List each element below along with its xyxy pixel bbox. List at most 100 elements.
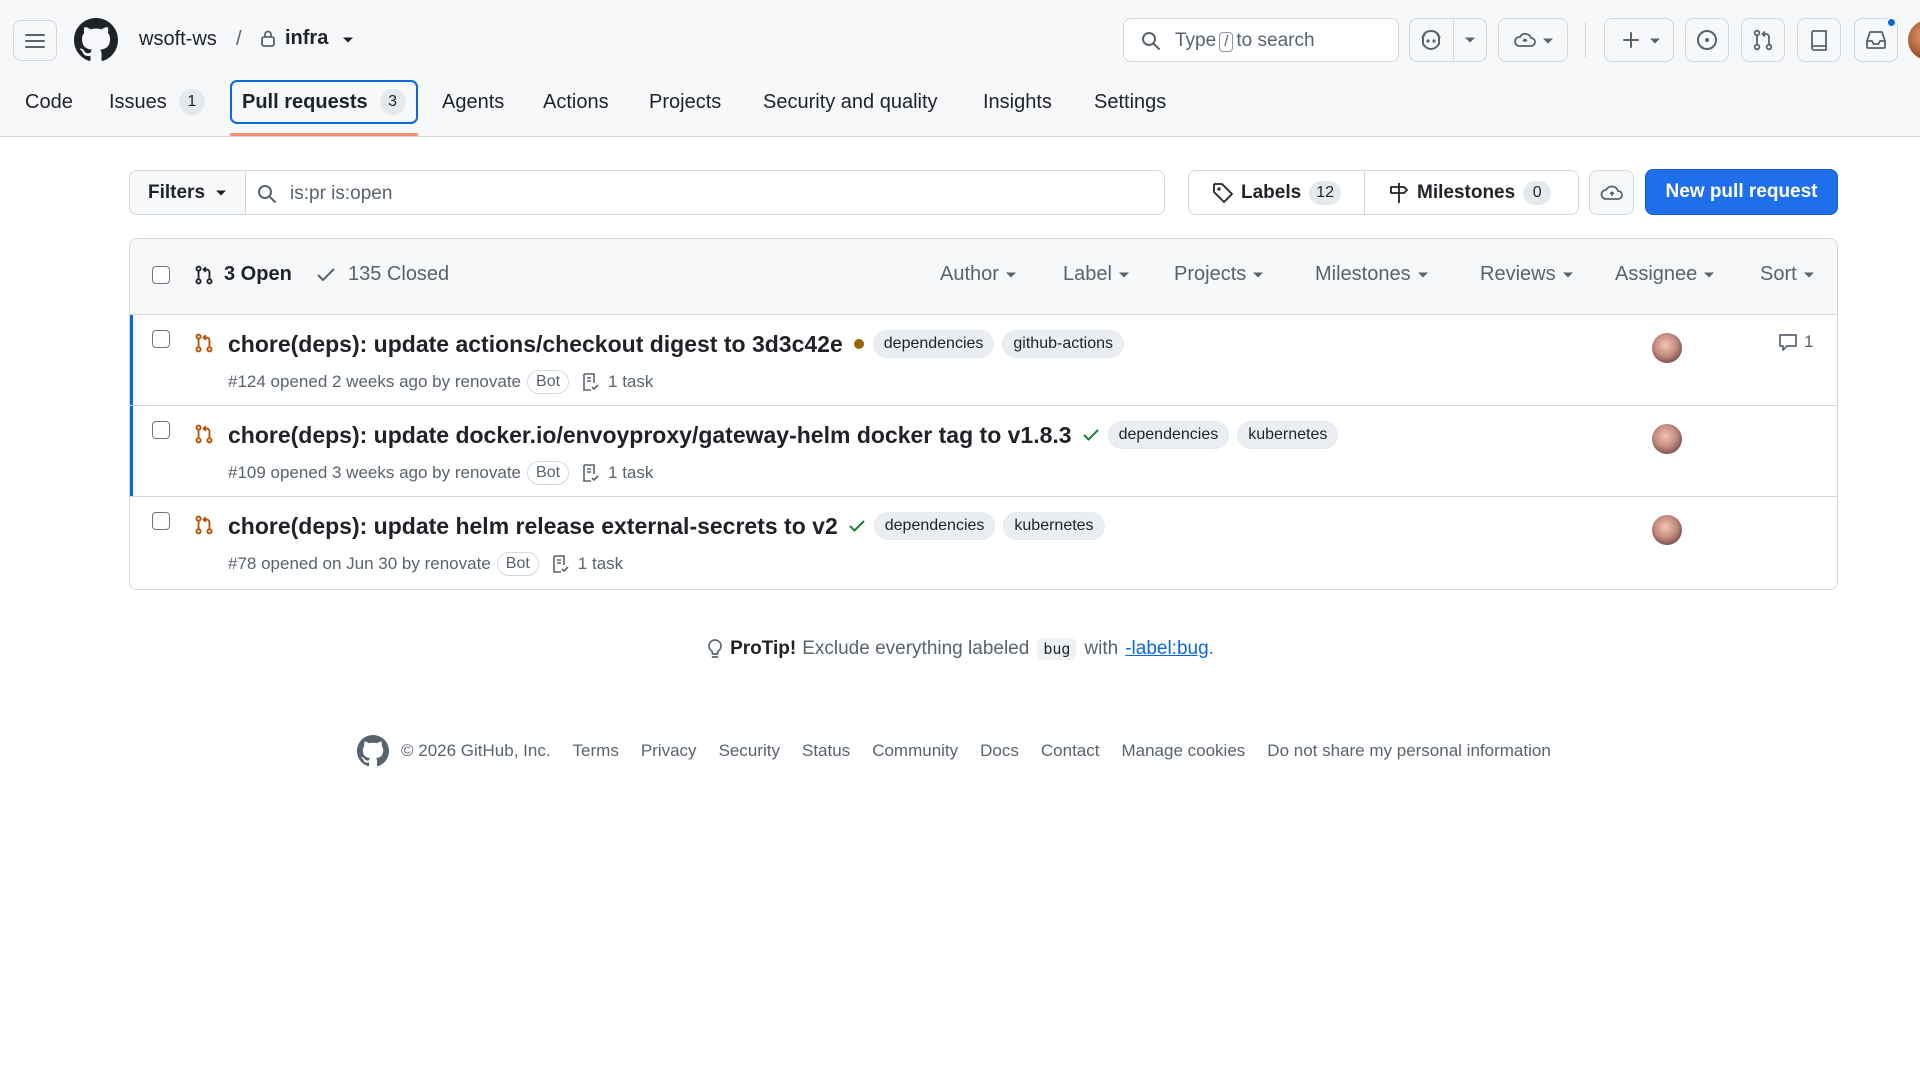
checklist-icon [552,555,569,573]
open-pull-request-icon [194,332,214,354]
footer-link-docs[interactable]: Docs [980,741,1019,761]
label-kubernetes[interactable]: kubernetes [1003,512,1105,540]
row-checkbox[interactable] [152,330,170,348]
comments-link[interactable]: 1 [1778,332,1813,352]
check-success-icon[interactable] [1082,428,1100,442]
milestones-button[interactable]: Milestones 0 [1365,171,1574,214]
github-logo-icon[interactable] [74,18,118,62]
pull-requests-count-badge: 3 [379,89,406,115]
task-progress[interactable]: 1 task [581,463,653,483]
assignee-avatar[interactable] [1652,515,1682,545]
new-pull-request-button[interactable]: New pull request [1645,169,1838,215]
pull-requests-shortcut-button[interactable] [1741,18,1785,62]
repo-dropdown-icon[interactable] [342,36,354,44]
label-github-actions[interactable]: github-actions [1002,330,1125,358]
cloud-icon [1514,32,1553,47]
footer-link-contact[interactable]: Contact [1041,741,1100,761]
check-success-icon[interactable] [848,519,866,533]
closed-prs-filter[interactable]: 135 Closed [316,263,449,286]
select-all-checkbox[interactable] [152,266,170,284]
pr-search-input[interactable]: is:pr is:open [245,170,1165,215]
tab-agents[interactable]: Agents [442,80,504,124]
global-search-input[interactable]: Type / to search [1123,18,1399,62]
filters-button[interactable]: Filters [129,170,246,215]
copilot-button-group [1409,18,1487,62]
chevron-down-icon [1803,272,1814,277]
label-dependencies[interactable]: dependencies [872,330,995,358]
reviews-filter[interactable]: Reviews [1480,263,1574,286]
github-logo-icon[interactable] [357,735,389,767]
copilot-button[interactable] [1410,19,1453,61]
checklist-icon [583,373,599,391]
row-checkbox[interactable] [152,512,170,530]
footer-link-privacy[interactable]: Privacy [641,741,697,761]
lock-icon [260,29,276,47]
footer-link-community[interactable]: Community [872,741,958,761]
footer-link-status[interactable]: Status [802,741,850,761]
pull-request-row: chore(deps): update helm release externa… [130,497,1837,588]
search-icon [1141,31,1161,51]
repositories-shortcut-button[interactable] [1797,18,1841,62]
footer-link-do-not-share[interactable]: Do not share my personal information [1267,741,1550,761]
assignee-filter[interactable]: Assignee [1615,263,1715,286]
cloud-icon [1600,185,1623,200]
projects-filter[interactable]: Projects [1174,263,1264,286]
user-avatar[interactable] [1908,20,1920,60]
unread-notification-dot [1886,17,1897,28]
hamburger-icon [25,33,45,48]
issues-shortcut-button[interactable] [1685,18,1729,62]
author-filter[interactable]: Author [940,263,1017,286]
label-kubernetes[interactable]: kubernetes [1237,421,1339,449]
footer-link-security[interactable]: Security [719,741,780,761]
row-checkbox[interactable] [152,421,170,439]
pull-request-title-link[interactable]: chore(deps): update helm release externa… [228,513,838,540]
checklist-icon [583,464,599,482]
repo-owner-link[interactable]: wsoft-ws [139,28,217,51]
pull-request-title-link[interactable]: chore(deps): update actions/checkout dig… [228,331,843,358]
chevron-down-icon [1253,272,1264,277]
tab-code[interactable]: Code [25,80,73,124]
label-dependencies[interactable]: dependencies [1107,421,1230,449]
tab-projects[interactable]: Projects [649,80,721,124]
repo-name-link[interactable]: infra [285,27,328,50]
chevron-down-icon [1417,272,1428,277]
label-filter[interactable]: Label [1063,263,1130,286]
label-dependencies[interactable]: dependencies [873,512,996,540]
tab-security-and-quality[interactable]: Security and quality [763,80,938,124]
assignee-avatar[interactable] [1652,424,1682,454]
milestones-filter[interactable]: Milestones [1315,263,1429,286]
filters-label: Filters [148,181,206,203]
copilot-menu-button[interactable] [1454,19,1486,61]
protip-text-2: with [1084,638,1119,659]
tab-actions[interactable]: Actions [543,80,609,124]
app-header: wsoft-ws / infra Type / to search Code I… [0,0,1920,137]
sort-dropdown[interactable]: Sort [1760,263,1815,286]
labels-count-badge: 12 [1309,180,1341,205]
create-new-button[interactable] [1604,18,1674,62]
pending-status-icon[interactable] [853,338,865,350]
codespaces-button[interactable] [1498,18,1568,62]
list-header: 3 Open 135 Closed Author Label Projects … [130,239,1837,315]
check-icon [317,267,335,281]
task-progress[interactable]: 1 task [551,554,623,574]
assignee-avatar[interactable] [1652,333,1682,363]
tab-settings[interactable]: Settings [1094,80,1166,124]
menu-button[interactable] [13,20,57,61]
labels-button[interactable]: Labels 12 [1189,171,1364,214]
selected-tab-underline [230,133,418,136]
repo-icon [1811,30,1827,51]
open-prs-filter[interactable]: 3 Open [194,263,292,286]
chevron-down-icon [1118,272,1129,277]
footer-link-terms[interactable]: Terms [573,741,619,761]
chevron-down-icon [1562,272,1573,277]
task-progress[interactable]: 1 task [581,372,653,392]
footer-link-manage-cookies[interactable]: Manage cookies [1121,741,1245,761]
pull-request-title-link[interactable]: chore(deps): update docker.io/envoyproxy… [228,422,1072,449]
protip-link[interactable]: -label:bug [1125,638,1208,660]
codespaces-pr-button[interactable] [1589,170,1634,215]
tab-pull-requests[interactable]: Pull requests 3 [230,80,418,124]
tab-issues[interactable]: Issues 1 [109,80,205,124]
protip-text: Exclude everything labeled [802,638,1030,659]
tab-insights[interactable]: Insights [983,80,1052,124]
pull-request-list: 3 Open 135 Closed Author Label Projects … [129,238,1838,590]
